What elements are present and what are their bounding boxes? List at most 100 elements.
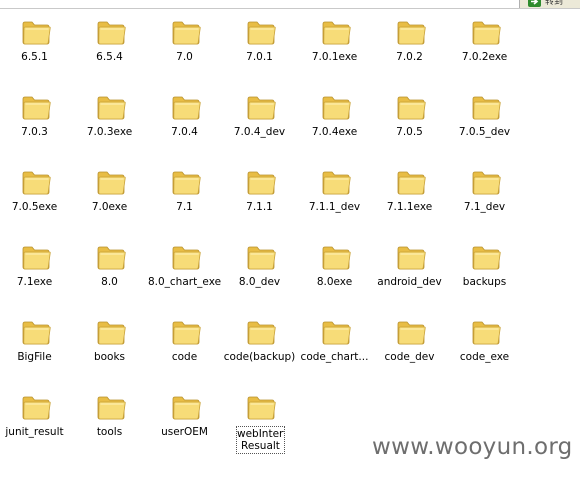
address-bar-strip: 转到 [0,0,580,9]
folder-item[interactable]: code_dev [372,315,447,385]
folder-icon [96,168,126,196]
folder-icon [21,318,51,346]
folder-item[interactable]: 7.0.4_dev [222,90,297,160]
folder-icon [171,393,201,421]
folder-item[interactable]: BigFile [0,315,72,385]
folder-item[interactable]: userOEM [147,390,222,460]
folder-label: 7.0.5_dev [458,126,511,138]
folder-icon [246,93,276,121]
folder-label: 7.0.2 [396,51,423,63]
folder-label: code_exe [459,351,510,363]
folder-item[interactable]: 7.0.2 [372,15,447,85]
folder-item[interactable]: 7.1.1 [222,165,297,235]
folder-item[interactable]: 7.0.5_dev [447,90,522,160]
folder-label: 7.0.2exe [461,51,508,63]
folder-label: 7.1.1 [246,201,273,213]
folder-label: webInterface Resualt [236,426,285,454]
folder-item[interactable]: 8.0_chart_exe [147,240,222,310]
folder-icon [21,393,51,421]
go-label: 转到 [545,0,564,6]
folder-icon [471,318,501,346]
folder-label: 8.0exe [316,276,353,288]
folder-item[interactable]: 7.1.1exe [372,165,447,235]
folder-item[interactable]: 7.0exe [72,165,147,235]
folder-item[interactable]: 7.0.2exe [447,15,522,85]
folder-icon [396,243,426,271]
folder-label: 8.0_dev [238,276,281,288]
folder-item[interactable]: webInterface Resualt [222,390,297,460]
folder-item[interactable]: 7.1_dev [447,165,522,235]
folder-icon [396,168,426,196]
folder-label: 7.0.3 [21,126,48,138]
folder-label: 8.0_chart_exe [147,276,222,288]
folder-icon [471,168,501,196]
folder-item[interactable]: backups [447,240,522,310]
folder-icon [21,18,51,46]
folder-item[interactable]: android_dev [372,240,447,310]
folder-label: 7.1_dev [463,201,506,213]
folder-label: BigFile [17,351,52,363]
folder-item[interactable]: 7.0.1 [222,15,297,85]
folder-icon [96,18,126,46]
folder-label: 7.1exe [16,276,53,288]
folder-label: 7.1 [176,201,193,213]
folder-label: 7.0.3exe [86,126,133,138]
folder-label: backups [462,276,507,288]
folder-icon [321,318,351,346]
folder-item[interactable]: books [72,315,147,385]
folder-icon [246,318,276,346]
folder-item[interactable]: 7.1.1_dev [297,165,372,235]
folder-icon [96,393,126,421]
folder-icon [246,168,276,196]
folder-item[interactable]: 7.0.1exe [297,15,372,85]
folder-item[interactable]: 7.0.4exe [297,90,372,160]
folder-icon [321,93,351,121]
folder-item[interactable]: 7.0.3 [0,90,72,160]
go-arrow-icon [531,0,539,5]
folder-icon [171,318,201,346]
folder-item[interactable]: code_chart... [297,315,372,385]
folder-label: code_dev [384,351,435,363]
folder-item[interactable]: 7.0.5exe [0,165,72,235]
folder-item[interactable]: code [147,315,222,385]
folder-item[interactable]: tools [72,390,147,460]
folder-icon [321,168,351,196]
folder-item[interactable]: 7.0.3exe [72,90,147,160]
folder-item[interactable]: junit_result [0,390,72,460]
folder-item[interactable]: 8.0exe [297,240,372,310]
folder-icon [321,18,351,46]
folder-icon [171,243,201,271]
folder-item[interactable]: code_exe [447,315,522,385]
folder-label: code [171,351,198,363]
folder-label: 7.0.1 [246,51,273,63]
folder-icon [21,168,51,196]
folder-item[interactable]: 6.5.1 [0,15,72,85]
folder-label: 7.0.4exe [311,126,358,138]
folder-icon [396,18,426,46]
folder-label: 6.5.4 [96,51,123,63]
go-button[interactable] [528,0,541,7]
go-area: 转到 [519,0,580,8]
folder-icon [396,93,426,121]
folder-item[interactable]: 7.1 [147,165,222,235]
folder-label: 7.0.4_dev [233,126,286,138]
folder-item[interactable]: 7.0.5 [372,90,447,160]
folder-item[interactable]: 6.5.4 [72,15,147,85]
folder-item[interactable]: 7.0 [147,15,222,85]
folder-label: userOEM [161,426,208,438]
folder-label: 7.0.5exe [11,201,58,213]
folder-label: 7.0.1exe [311,51,358,63]
folder-icon [246,18,276,46]
folder-label: junit_result [5,426,64,438]
folder-item[interactable]: 7.1exe [0,240,72,310]
folder-item[interactable]: 8.0_dev [222,240,297,310]
folder-label: code(backup) [223,351,296,363]
folder-label: books [93,351,126,363]
folder-item[interactable]: code(backup) [222,315,297,385]
folder-item[interactable]: 7.0.4 [147,90,222,160]
folder-item[interactable]: 8.0 [72,240,147,310]
folder-icon [471,93,501,121]
folder-icon [246,393,276,421]
folder-label: code_chart... [300,351,369,363]
folder-label: 7.1.1_dev [308,201,361,213]
